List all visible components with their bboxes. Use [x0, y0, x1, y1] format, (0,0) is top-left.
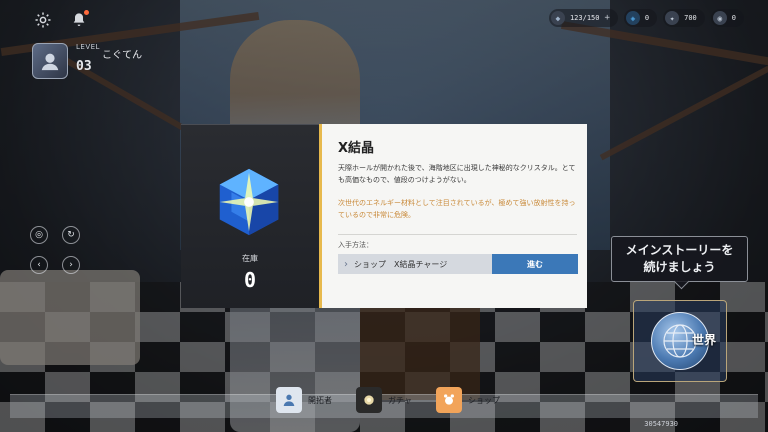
stamina-icon: ◆: [550, 11, 565, 25]
resource-value: 700: [684, 14, 697, 22]
stock-value: 0: [243, 268, 257, 292]
item-description: 天際ホールが開かれた後で、海階地区に出現した神秘的なクリスタル。とても高価なもの…: [338, 164, 576, 184]
avatar[interactable]: [32, 43, 68, 79]
resource-coin[interactable]: ◉ 0: [710, 9, 744, 27]
crystal-icon: ◈: [625, 11, 640, 25]
feather-icon: ✦: [665, 11, 680, 25]
story-prompt-line2: 続けましょう: [643, 260, 716, 274]
nav-label: ショップ: [468, 395, 500, 405]
resource-value: 0: [731, 14, 736, 22]
refresh-button[interactable]: ↻: [62, 226, 80, 244]
resource-value: 123/150: [569, 14, 600, 22]
player-card[interactable]: LEVEL 03: [32, 43, 100, 79]
item-preview-panel: 在庫 0: [181, 124, 319, 308]
top-left-toolbar: [32, 9, 90, 31]
eye-icon: ◎: [35, 230, 43, 240]
nav-label: 開拓者: [308, 395, 332, 405]
shop-icon: [436, 387, 462, 413]
level-value: 03: [76, 59, 92, 74]
resource-stamina[interactable]: ◆ 123/150 +: [548, 9, 618, 27]
profile-icon: [276, 387, 302, 413]
user-id: 30547930: [644, 420, 678, 428]
stock-label: 在庫: [242, 254, 258, 263]
resource-crystal[interactable]: ◈ 0: [623, 9, 658, 27]
notification-dot: [84, 10, 89, 15]
obtain-route[interactable]: › ショップ X結晶チャージ 進む: [338, 254, 578, 274]
notification-button[interactable]: [68, 9, 90, 31]
resource-bar: ◆ 123/150 + ◈ 0 ✦ 700 ◉ 0: [548, 9, 744, 27]
item-note: 次世代のエネルギー材料として注目されているが、極めて強い放射性を持っているので非…: [338, 199, 576, 219]
player-name: こぐてん: [102, 50, 143, 61]
nav-pioneer[interactable]: 開拓者: [276, 387, 332, 413]
story-prompt-line1: メインストーリーを: [625, 243, 734, 257]
add-icon: +: [604, 13, 610, 23]
item-detail-panel: X結晶 天際ホールが開かれた後で、海階地区に出現した神秘的なクリスタル。とても高…: [319, 124, 587, 308]
x-crystal-icon: [219, 168, 279, 236]
item-title: X結晶: [338, 141, 375, 156]
resource-feather[interactable]: ✦ 700: [663, 9, 705, 27]
eye-toggle-button[interactable]: ◎: [30, 226, 48, 244]
player-level: LEVEL 03: [76, 43, 100, 79]
go-button[interactable]: 進む: [492, 254, 578, 274]
gear-icon: [35, 12, 51, 28]
refresh-icon: ↻: [67, 230, 75, 240]
obtain-label: 入手方法：: [338, 241, 373, 249]
nav-shop[interactable]: ショップ: [436, 387, 500, 413]
route-text: ショップ X結晶チャージ: [354, 259, 448, 269]
next-button[interactable]: ›: [62, 256, 80, 274]
main-story-prompt[interactable]: メインストーリーを 続けましょう: [611, 236, 748, 282]
previous-button[interactable]: ‹: [30, 256, 48, 274]
settings-button[interactable]: [32, 9, 54, 31]
gacha-icon: [356, 387, 382, 413]
avatar-portrait-icon: [41, 53, 59, 71]
world-button[interactable]: 世界: [633, 300, 727, 382]
resource-value: 0: [644, 14, 650, 22]
nav-label: ガチャ: [388, 395, 412, 405]
coin-icon: ◉: [712, 11, 727, 25]
chevron-right-icon: ›: [69, 260, 73, 270]
chevron-left-icon: ‹: [37, 260, 41, 270]
nav-gacha[interactable]: ガチャ: [356, 387, 412, 413]
chevron-right-icon: ›: [344, 258, 348, 270]
level-label: LEVEL: [76, 43, 100, 51]
world-label: 世界: [691, 333, 716, 347]
divider: [338, 234, 577, 235]
